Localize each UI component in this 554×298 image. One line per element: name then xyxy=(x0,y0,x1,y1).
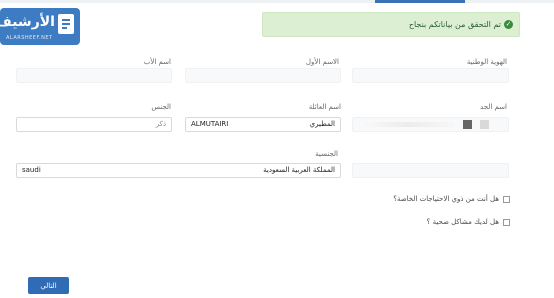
nationality-label: الجنسية xyxy=(315,150,338,158)
first-name-label: الاسم الأول xyxy=(305,58,339,66)
alert-text: تم التحقق من بياناتكم بنجاح xyxy=(408,20,501,29)
health-issues-checkbox[interactable] xyxy=(503,218,510,226)
grandfather-name-label: اسم الجد xyxy=(480,103,507,111)
logo-subtitle: ALARSHEEF.NET xyxy=(6,35,53,41)
nationality-select[interactable]: المملكة العربية السعودية saudi xyxy=(16,163,341,178)
site-logo[interactable]: الأرشيف ALARSHEEF.NET xyxy=(0,8,80,45)
archive-file-icon xyxy=(58,14,74,34)
empty-field[interactable] xyxy=(352,163,509,178)
family-name-arabic: المطيري xyxy=(309,120,335,128)
success-alert: ✓ تم التحقق من بياناتكم بنجاح xyxy=(262,12,520,37)
active-step-indicator xyxy=(375,0,465,3)
special-needs-checkbox[interactable] xyxy=(503,195,510,203)
first-name-field[interactable] xyxy=(185,68,341,83)
special-needs-option[interactable]: هل أنت من ذوي الاحتياجات الخاصة؟ xyxy=(393,195,510,203)
redacted-value xyxy=(360,122,455,127)
family-name-english: ALMUTAIRI xyxy=(191,120,229,128)
nationality-english: saudi xyxy=(22,166,41,174)
national-id-field[interactable] xyxy=(352,68,509,83)
next-button[interactable]: التالي xyxy=(28,277,69,294)
national-id-label: الهوية الوطنية xyxy=(466,58,507,66)
logo-text: الأرشيف xyxy=(0,14,55,30)
gender-select[interactable]: ذكر xyxy=(16,117,172,132)
family-name-label: اسم العائلة xyxy=(308,103,341,111)
redacted-block xyxy=(463,120,472,129)
father-name-field[interactable] xyxy=(16,68,172,83)
father-name-label: اسم الأب xyxy=(143,58,171,66)
family-name-field[interactable]: المطيري ALMUTAIRI xyxy=(185,117,341,132)
gender-label: الجنس xyxy=(151,103,171,111)
top-border xyxy=(0,0,554,3)
health-issues-label: هل لديك مشاكل صحية ؟ xyxy=(426,218,499,226)
redacted-block xyxy=(480,120,489,129)
gender-value: ذكر xyxy=(155,120,166,128)
check-circle-icon: ✓ xyxy=(504,20,513,29)
nationality-arabic: المملكة العربية السعودية xyxy=(263,166,335,174)
health-issues-option[interactable]: هل لديك مشاكل صحية ؟ xyxy=(427,218,510,226)
special-needs-label: هل أنت من ذوي الاحتياجات الخاصة؟ xyxy=(393,195,499,203)
